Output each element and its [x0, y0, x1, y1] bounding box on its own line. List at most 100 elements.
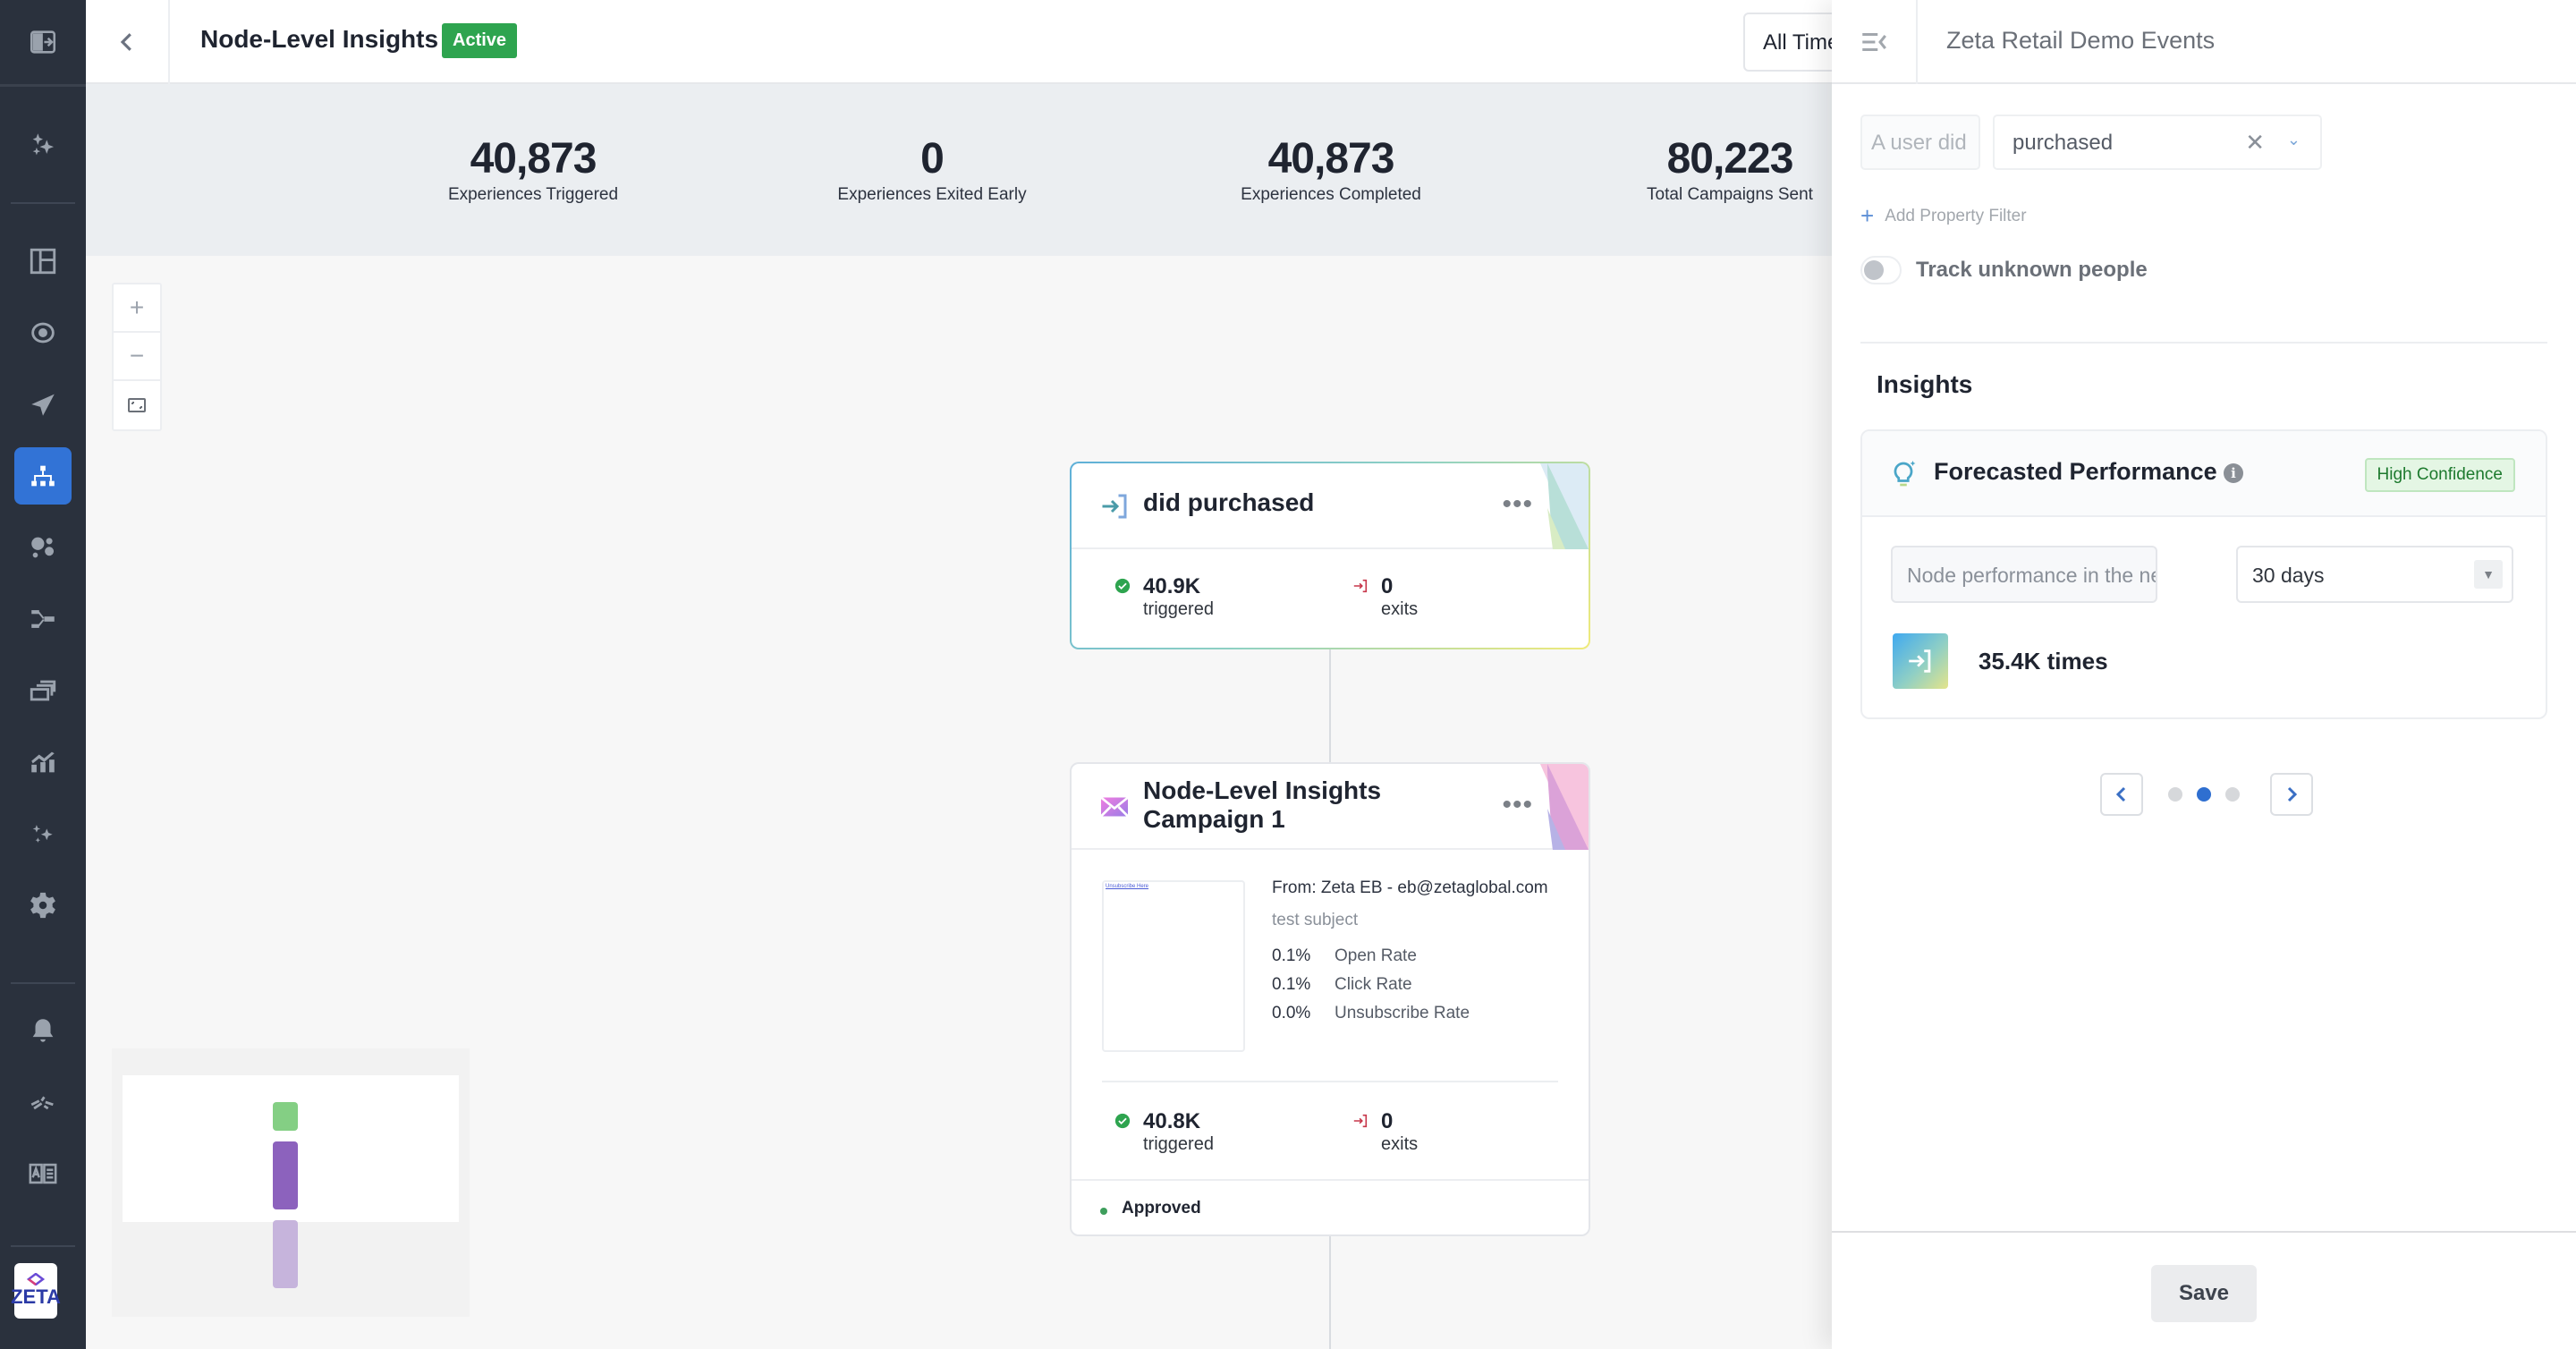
left-nav: ZETA [0, 0, 86, 1349]
signal-icon[interactable] [14, 1073, 72, 1131]
metric-value: 40.8K [1143, 1109, 1201, 1133]
fit-screen-icon [128, 398, 146, 412]
panel-title: Zeta Retail Demo Events [1946, 27, 2216, 54]
nav-divider [11, 1245, 75, 1247]
chevron-down-icon[interactable]: ⌄ [2287, 131, 2301, 149]
approval-status: Approved [1122, 1199, 1201, 1217]
prev-insight-button[interactable] [2100, 773, 2143, 816]
open-rate-row: 0.1% Open Rate [1272, 946, 1548, 966]
audience-icon[interactable] [14, 519, 72, 576]
status-dot-icon [1100, 1208, 1107, 1215]
event-select[interactable]: purchased ✕ ⌄ [1993, 115, 2322, 170]
stat-label: Experiences Exited Early [837, 185, 1027, 204]
event-value: purchased [2012, 131, 2114, 155]
zeta-logo-text: ZETA [11, 1285, 61, 1308]
pager-dot-2[interactable] [2197, 787, 2211, 802]
stat-experiences-exited-early: 0 Experiences Exited Early [807, 134, 1057, 205]
add-filter-label: Add Property Filter [1885, 207, 2027, 225]
lightbulb-icon [1894, 461, 1916, 487]
status-badge: Active [442, 23, 518, 58]
templates-icon[interactable] [14, 662, 72, 719]
insights-pager [1832, 773, 2576, 816]
campaign-node[interactable]: Node-Level Insights Campaign 1 ••• Unsub… [1070, 762, 1590, 1236]
save-button[interactable]: Save [2151, 1265, 2257, 1322]
clear-icon[interactable]: ✕ [2245, 129, 2265, 157]
minimap-next-node [273, 1220, 298, 1288]
back-button[interactable] [86, 0, 170, 84]
pager-dot-1[interactable] [2168, 787, 2182, 802]
minimap[interactable] [112, 1048, 470, 1317]
period-value: 30 days [2252, 564, 2325, 587]
minimap-trigger-node [273, 1102, 298, 1131]
metric-value: 40.9K [1143, 574, 1201, 598]
metric-value: 0 [1381, 574, 1394, 598]
send-icon[interactable] [14, 376, 72, 433]
forecast-period-select[interactable]: 30 days ▼ [2236, 546, 2513, 603]
stats-bar: 40,873 Experiences Triggered 0 Experienc… [86, 84, 1832, 256]
fit-view-button[interactable] [114, 381, 160, 429]
expand-panel-icon[interactable] [14, 13, 72, 71]
stat-value: 40,873 [1267, 135, 1395, 182]
metric-label: exits [1381, 599, 1419, 619]
rate-label: Open Rate [1335, 946, 1417, 965]
email-from: From: Zeta EB - eb@zetaglobal.com [1272, 878, 1548, 897]
dropdown-arrow-icon[interactable]: ▼ [2474, 560, 2503, 589]
collapse-menu-icon [1862, 32, 1886, 52]
forecast-card-header: Forecasted Performance i High Confidence [1862, 431, 2546, 517]
node-header: did purchased ••• [1072, 463, 1589, 549]
nav-divider [0, 84, 86, 87]
collapse-panel-button[interactable] [1832, 0, 1918, 84]
panel-divider [1860, 342, 2547, 344]
node-title: Node-Level Insights Campaign 1 [1143, 776, 1381, 834]
bell-icon[interactable] [14, 1002, 72, 1059]
zeta-diamond-icon [26, 1273, 46, 1285]
stat-value: 80,223 [1666, 135, 1794, 182]
zeta-logo[interactable]: ZETA [11, 1263, 61, 1319]
flow-connector [1329, 649, 1331, 762]
sparkles-icon[interactable] [14, 116, 72, 174]
track-unknown-toggle[interactable] [1860, 256, 1902, 284]
rate-label: Click Rate [1335, 975, 1412, 994]
ai-icon[interactable] [14, 805, 72, 862]
email-icon [1100, 796, 1129, 818]
exit-icon [1353, 579, 1368, 593]
node-corner-decoration [1540, 463, 1589, 549]
workflow-icon[interactable] [14, 590, 72, 648]
entry-icon [1102, 494, 1127, 519]
journey-icon[interactable] [14, 447, 72, 505]
node-settings-panel: Zeta Retail Demo Events A user did purch… [1832, 0, 2576, 1349]
node-title-line1: Node-Level Insights [1143, 776, 1382, 804]
email-preview-thumbnail[interactable]: Unsubscribe Here [1102, 880, 1245, 1052]
settings-icon[interactable] [14, 877, 72, 934]
chevron-left-icon [120, 33, 131, 51]
node-divider [1102, 1081, 1558, 1082]
add-property-filter-button[interactable]: + Add Property Filter [1860, 202, 2027, 230]
nav-divider [11, 202, 75, 204]
node-footer: Approved [1072, 1179, 1589, 1234]
pager-dot-3[interactable] [2225, 787, 2240, 802]
exit-icon [1353, 1114, 1368, 1128]
zoom-in-button[interactable]: + [114, 284, 160, 333]
email-subject: test subject [1272, 911, 1359, 929]
email-info: From: Zeta EB - eb@zetaglobal.com test s… [1272, 878, 1548, 1023]
rate-label: Unsubscribe Rate [1335, 1004, 1470, 1022]
next-insight-button[interactable] [2270, 773, 2313, 816]
metric-value: 0 [1381, 1109, 1394, 1133]
forecast-result: 35.4K times [1979, 648, 2108, 674]
plus-icon: + [1860, 202, 1875, 229]
info-icon[interactable]: i [2224, 463, 2243, 483]
stat-experiences-triggered: 40,873 Experiences Triggered [408, 134, 658, 205]
forecast-card: Forecasted Performance i High Confidence… [1860, 429, 2547, 719]
rate-value: 0.1% [1272, 946, 1311, 965]
rate-value: 0.1% [1272, 975, 1311, 994]
docs-icon[interactable] [14, 1145, 72, 1202]
metric-label: exits [1381, 1134, 1419, 1154]
stat-label: Experiences Completed [1241, 185, 1421, 204]
user-did-label: A user did [1860, 115, 1980, 170]
dashboard-icon[interactable] [14, 233, 72, 290]
zoom-out-button[interactable]: − [114, 333, 160, 381]
analytics-icon[interactable] [14, 734, 72, 791]
trigger-node[interactable]: did purchased ••• 40.9K triggered 0 exit… [1070, 462, 1590, 649]
target-icon[interactable] [14, 304, 72, 361]
stat-label: Experiences Triggered [447, 185, 619, 204]
